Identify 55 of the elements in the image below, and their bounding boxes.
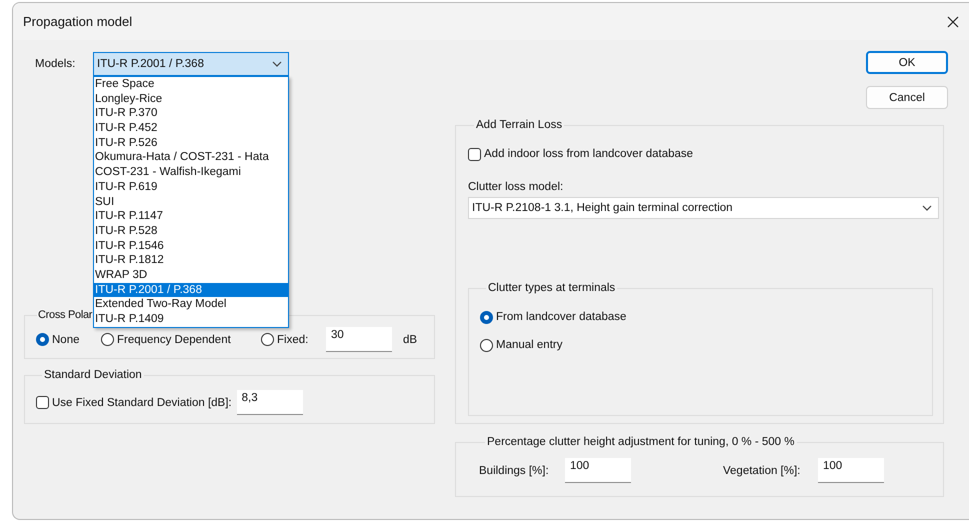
checkbox[interactable] [36,396,49,409]
input-field[interactable]: 100 [565,458,631,483]
dropdown-value: ITU-R P.2001 / P.368 [97,58,204,70]
radio-label: Frequency Dependent [117,334,231,346]
dropdown-option[interactable]: ITU-R P.1546 [94,238,288,254]
unit-label: dB [403,334,418,346]
group-label: Cross Polar [37,308,94,322]
dropdown-option[interactable]: ITU-R P.2001 / P.368 [94,282,288,298]
dropdown-option[interactable]: Okumura-Hata / COST-231 - Hata [94,150,288,166]
dropdown-option[interactable]: COST-231 - Walfish-Ikegami [94,165,288,180]
dropdown-option[interactable]: ITU-R P.526 [94,136,288,150]
radio-label: Manual entry [496,339,562,351]
window-title: Propagation model [23,14,132,29]
group-label: Percentage clutter height adjustment for tuning, 0 % - 500 % [486,435,796,449]
dropdown-option[interactable]: ITU-R P.1812 [94,253,288,268]
dialog-button[interactable]: Cancel [866,86,948,109]
dropdown-option[interactable]: Free Space [94,77,288,92]
field-label: Buildings [%]: [479,464,550,476]
field-label: Clutter loss model: [468,181,564,193]
input-field[interactable]: 100 [818,458,884,483]
radio-label: From landcover database [496,311,626,323]
checkbox[interactable] [468,148,481,160]
dropdown-option[interactable]: ITU-R P.370 [94,106,288,122]
dropdown-value: ITU-R P.2108-1 3.1, Height gain terminal correction [472,202,733,214]
dropdown-option[interactable]: Extended Two-Ray Model [94,297,288,312]
checkbox-label: Use Fixed Standard Deviation [dB]: [52,396,232,408]
models-label: Models: [34,58,76,70]
radio-label: None [52,334,80,346]
group-label: Add Terrain Loss [475,118,564,132]
dialog-button[interactable]: OK [866,51,948,74]
radio-button[interactable] [480,310,493,324]
input-field[interactable]: 8,3 [236,390,303,415]
dropdown-option[interactable]: Longley-Rice [94,92,288,106]
radio-button[interactable] [101,333,114,346]
radio-button[interactable] [36,333,49,346]
dropdown-option[interactable]: ITU-R P.1147 [94,209,288,224]
dropdown-option[interactable]: ITU-R P.619 [94,180,288,194]
field-label: Vegetation [%]: [723,464,802,476]
caret-icon [922,205,932,211]
dropdown-option[interactable]: SUI [94,194,288,210]
caret-icon [272,61,282,67]
clutter-dropdown[interactable]: ITU-R P.2108-1 3.1, Height gain terminal correction [468,197,939,219]
radio-button[interactable] [261,333,274,346]
dropdown-option[interactable]: ITU-R P.528 [94,224,288,239]
dropdown-option[interactable]: WRAP 3D [94,268,288,283]
radio-button[interactable] [480,338,493,352]
radio-label: Fixed: [277,334,308,346]
group-label: Standard Deviation [43,368,143,382]
dropdown-option[interactable]: ITU-R P.452 [94,121,288,136]
dropdown-option[interactable]: ITU-R P.1409 [94,312,288,327]
group-label: Clutter types at terminals [487,281,616,295]
models-dropdown[interactable]: ITU-R P.2001 / P.368 [93,52,289,76]
input-field[interactable]: 30 [326,327,392,352]
checkbox-label: Add indoor loss from landcover database [484,148,694,160]
close-icon[interactable] [947,16,959,28]
